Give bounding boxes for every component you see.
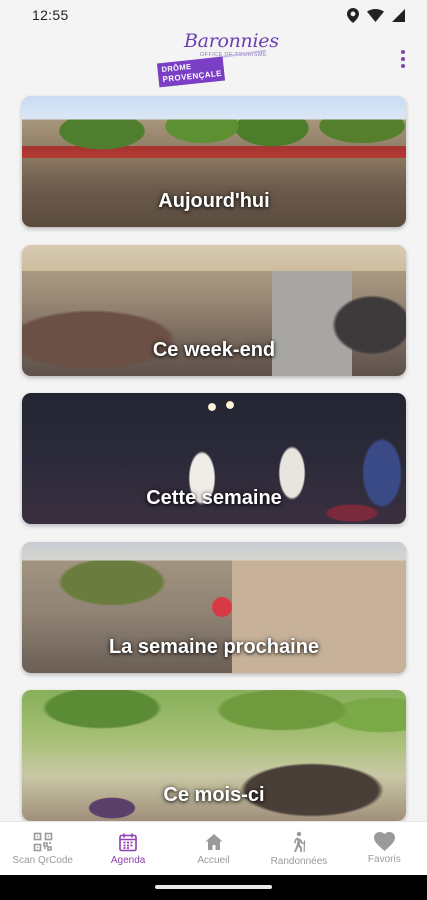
card-label: La semaine prochaine bbox=[108, 636, 320, 658]
menu-dot bbox=[401, 50, 405, 54]
home-icon bbox=[204, 832, 224, 852]
calendar-icon bbox=[118, 832, 138, 852]
agenda-card-today[interactable]: Aujourd'hui bbox=[22, 96, 406, 227]
location-icon bbox=[347, 7, 359, 23]
hiker-icon bbox=[289, 831, 309, 853]
signal-icon bbox=[392, 8, 405, 22]
nav-label: Accueil bbox=[197, 854, 230, 866]
status-time: 12:55 bbox=[32, 7, 69, 23]
agenda-card-this-week[interactable]: Cette semaine bbox=[22, 393, 406, 524]
nav-item-randonnees[interactable]: Randonnées bbox=[256, 822, 341, 875]
nav-item-scan-qrcode[interactable]: Scan QrCode bbox=[0, 822, 85, 875]
heart-icon bbox=[373, 832, 395, 851]
agenda-card-this-month[interactable]: Ce mois-ci bbox=[22, 690, 406, 821]
logo-badge: DRÔME PROVENÇALE bbox=[156, 56, 226, 88]
card-label: Ce week-end bbox=[152, 339, 276, 361]
bottom-navigation: Scan QrCode Agenda Accueil Randonnées Fa… bbox=[0, 821, 427, 875]
home-gesture-handle[interactable] bbox=[155, 885, 272, 889]
app-header: Baronnies OFFICE DE TOURISME DRÔME PROVE… bbox=[0, 30, 427, 92]
system-navigation-bar bbox=[0, 875, 427, 900]
agenda-card-weekend[interactable]: Ce week-end bbox=[22, 245, 406, 376]
nav-label: Agenda bbox=[110, 854, 146, 866]
nav-label: Randonnées bbox=[270, 855, 328, 867]
status-bar: 12:55 bbox=[0, 0, 427, 30]
menu-dot bbox=[401, 57, 405, 61]
app-screen: 12:55 Baronnies OFFICE DE TOURISME DRÔME… bbox=[0, 0, 427, 900]
more-vertical-icon[interactable] bbox=[395, 48, 411, 70]
nav-item-favoris[interactable]: Favoris bbox=[342, 822, 427, 875]
card-label: Ce mois-ci bbox=[163, 784, 265, 806]
nav-item-accueil[interactable]: Accueil bbox=[171, 822, 256, 875]
qrcode-icon bbox=[33, 832, 53, 852]
agenda-card-next-week[interactable]: La semaine prochaine bbox=[22, 542, 406, 673]
nav-label: Scan QrCode bbox=[12, 854, 73, 866]
nav-item-agenda[interactable]: Agenda bbox=[85, 822, 170, 875]
wifi-icon bbox=[367, 8, 384, 22]
card-label: Aujourd'hui bbox=[158, 190, 270, 212]
menu-dot bbox=[401, 64, 405, 68]
brand-logo[interactable]: Baronnies OFFICE DE TOURISME DRÔME PROVE… bbox=[156, 30, 279, 88]
logo-title: Baronnies bbox=[184, 30, 279, 52]
nav-label: Favoris bbox=[367, 854, 401, 865]
status-icons bbox=[347, 7, 405, 23]
card-label: Cette semaine bbox=[146, 487, 282, 509]
